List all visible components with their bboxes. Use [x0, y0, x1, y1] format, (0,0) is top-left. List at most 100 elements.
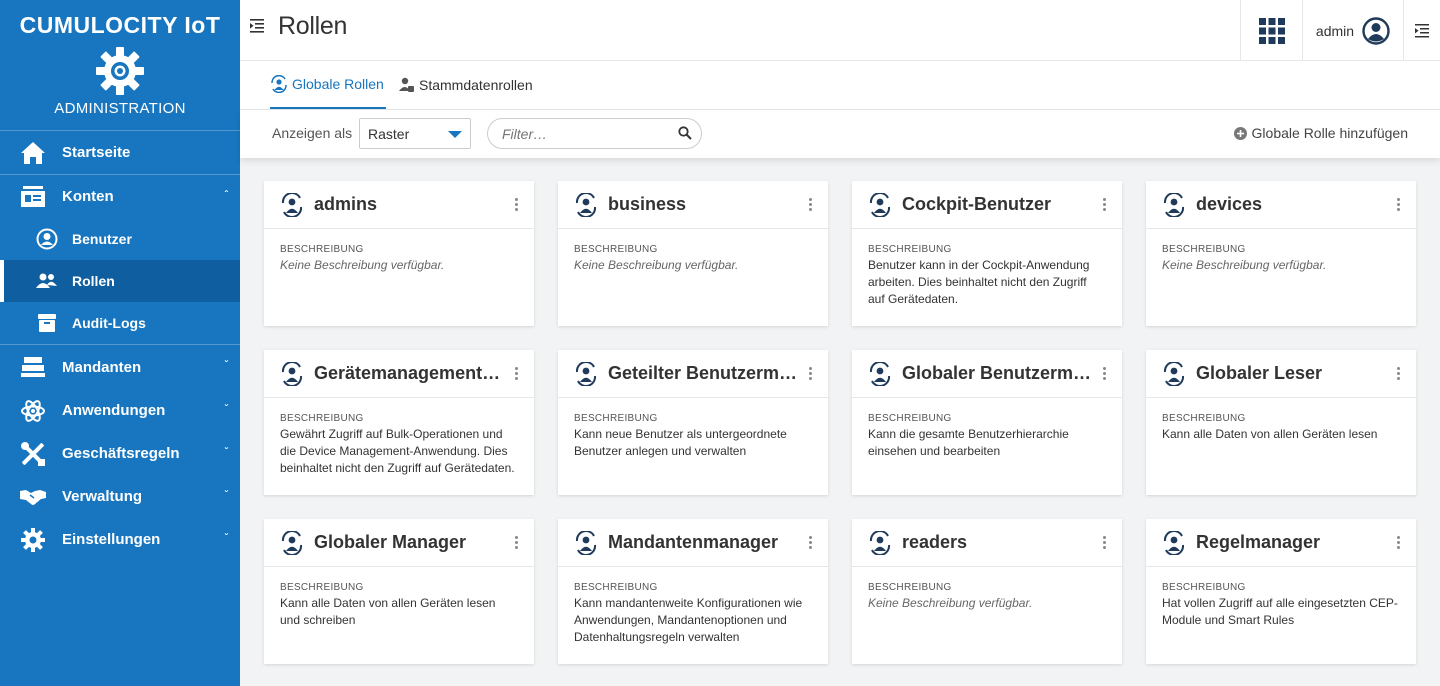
- role-card[interactable]: Globaler Leser BESCHREIBUNG Kann alle Da…: [1146, 350, 1416, 495]
- chevron-down-icon: ˇ: [224, 490, 228, 501]
- description-label: BESCHREIBUNG: [1162, 244, 1246, 255]
- nav-item-benutzer[interactable]: Benutzer: [0, 218, 240, 260]
- card-actions-menu[interactable]: [806, 198, 814, 211]
- description-text: Kann alle Daten von allen Geräten lesen …: [280, 596, 496, 627]
- card-title[interactable]: devices: [1196, 194, 1262, 215]
- role-card[interactable]: admins BESCHREIBUNG Keine Beschreibung v…: [264, 181, 534, 326]
- card-actions-menu[interactable]: [806, 367, 814, 380]
- card-body: BESCHREIBUNG Kann mandantenweite Konfigu…: [558, 567, 828, 646]
- role-card[interactable]: Globaler Benutzermanager BESCHREIBUNG Ka…: [852, 350, 1122, 495]
- role-icon: [280, 530, 304, 555]
- header-actions: admin: [1240, 0, 1440, 61]
- description-label: BESCHREIBUNG: [280, 244, 364, 255]
- card-title[interactable]: readers: [902, 532, 967, 553]
- role-card[interactable]: Regelmanager BESCHREIBUNG Hat vollen Zug…: [1146, 519, 1416, 664]
- card-actions-menu[interactable]: [1100, 367, 1108, 380]
- nav-label-audit-logs: Audit-Logs: [72, 315, 146, 331]
- nav-item-geschaeftsregeln[interactable]: Geschäftsregeln ˇ: [0, 432, 240, 475]
- role-icon: [1162, 192, 1186, 217]
- card-title[interactable]: Regelmanager: [1196, 532, 1320, 553]
- role-card[interactable]: Geteilter Benutzermanager BESCHREIBUNG K…: [558, 350, 828, 495]
- nav-item-verwaltung[interactable]: Verwaltung ˇ: [0, 475, 240, 518]
- role-icon: [868, 361, 892, 386]
- role-card[interactable]: devices BESCHREIBUNG Keine Beschreibung …: [1146, 181, 1416, 326]
- role-card[interactable]: Globaler Manager BESCHREIBUNG Kann alle …: [264, 519, 534, 664]
- nav-item-audit-logs[interactable]: Audit-Logs: [0, 302, 240, 344]
- tools-icon: [20, 441, 46, 467]
- role-card[interactable]: business BESCHREIBUNG Keine Beschreibung…: [558, 181, 828, 326]
- nav-item-anwendungen[interactable]: Anwendungen ˇ: [0, 389, 240, 432]
- card-body: BESCHREIBUNG Keine Beschreibung verfügba…: [264, 229, 534, 274]
- user-menu-button[interactable]: admin: [1302, 0, 1403, 61]
- card-title[interactable]: Globaler Leser: [1196, 363, 1322, 384]
- description-label: BESCHREIBUNG: [280, 582, 364, 593]
- role-card[interactable]: Gerätemanagement-Benutzer BESCHREIBUNG G…: [264, 350, 534, 495]
- card-actions-menu[interactable]: [1100, 198, 1108, 211]
- role-card[interactable]: Mandantenmanager BESCHREIBUNG Kann manda…: [558, 519, 828, 664]
- card-actions-menu[interactable]: [512, 198, 520, 211]
- inventory-role-icon: [399, 77, 414, 92]
- description-text: Kann alle Daten von allen Geräten lesen: [1162, 427, 1378, 441]
- tab-label: Stammdatenrollen: [419, 77, 533, 93]
- user-avatar-icon: [1362, 16, 1390, 45]
- chevron-down-icon: ˇ: [224, 404, 228, 415]
- card-header: devices: [1146, 181, 1416, 229]
- card-header: business: [558, 181, 828, 229]
- grid-icon: [1258, 17, 1285, 44]
- add-role-label: Globale Rolle hinzufügen: [1251, 125, 1408, 141]
- add-global-role-button[interactable]: Globale Rolle hinzufügen: [1233, 125, 1408, 141]
- card-body: BESCHREIBUNG Kann alle Daten von allen G…: [1146, 398, 1416, 443]
- role-card[interactable]: Cockpit-Benutzer BESCHREIBUNG Benutzer k…: [852, 181, 1122, 326]
- card-title[interactable]: Cockpit-Benutzer: [902, 194, 1051, 215]
- card-title[interactable]: Globaler Manager: [314, 532, 466, 553]
- card-actions-menu[interactable]: [512, 367, 520, 380]
- right-drawer-toggle[interactable]: [1403, 0, 1440, 61]
- card-title[interactable]: Globaler Benutzermanager: [902, 363, 1092, 384]
- sidebar-toggle-icon[interactable]: [250, 19, 266, 38]
- card-actions-menu[interactable]: [1394, 536, 1402, 549]
- description-text: Keine Beschreibung verfügbar.: [868, 596, 1033, 610]
- card-actions-menu[interactable]: [512, 536, 520, 549]
- filter-input[interactable]: [487, 118, 702, 149]
- role-icon: [868, 530, 892, 555]
- action-bar: Anzeigen als Raster Globale Rolle hinzuf…: [240, 110, 1440, 158]
- nav-label-benutzer: Benutzer: [72, 231, 132, 247]
- nav-item-startseite[interactable]: Startseite: [0, 131, 240, 174]
- nav-item-einstellungen[interactable]: Einstellungen ˇ: [0, 518, 240, 561]
- card-body: BESCHREIBUNG Kann die gesamte Benutzerhi…: [852, 398, 1122, 460]
- view-mode-label: Anzeigen als: [272, 125, 353, 141]
- card-actions-menu[interactable]: [1394, 367, 1402, 380]
- tab-globale-rollen[interactable]: Globale Rollen: [270, 61, 386, 109]
- card-title[interactable]: Gerätemanagement-Benutzer: [314, 363, 504, 384]
- nav-menu: Startseite Konten ˆ Benutzer Rollen Audi…: [0, 130, 240, 561]
- card-title[interactable]: business: [608, 194, 686, 215]
- nav-item-mandanten[interactable]: Mandanten ˇ: [0, 345, 240, 389]
- app-switcher-button[interactable]: [1240, 0, 1302, 61]
- gear-icon: [20, 527, 46, 553]
- card-title[interactable]: Geteilter Benutzermanager: [608, 363, 798, 384]
- nav-item-konten[interactable]: Konten ˆ: [0, 175, 240, 218]
- card-header: admins: [264, 181, 534, 229]
- chevron-down-icon: ˇ: [224, 447, 228, 458]
- role-icon: [280, 192, 304, 217]
- nav-label-einstellungen: Einstellungen: [62, 531, 161, 548]
- description-text: Hat vollen Zugriff auf alle eingesetzten…: [1162, 596, 1398, 627]
- role-card[interactable]: readers BESCHREIBUNG Keine Beschreibung …: [852, 519, 1122, 664]
- description-text: Kann neue Benutzer als untergeordnete Be…: [574, 427, 787, 458]
- card-actions-menu[interactable]: [1100, 536, 1108, 549]
- role-icon: [280, 361, 304, 386]
- nav-label-verwaltung: Verwaltung: [62, 488, 143, 505]
- card-title[interactable]: admins: [314, 194, 377, 215]
- tab-stammdatenrollen[interactable]: Stammdatenrollen: [397, 61, 533, 109]
- card-actions-menu[interactable]: [806, 536, 814, 549]
- nav-label-konten: Konten: [62, 188, 114, 205]
- description-label: BESCHREIBUNG: [868, 582, 952, 593]
- card-title[interactable]: Mandantenmanager: [608, 532, 778, 553]
- card-actions-menu[interactable]: [1394, 198, 1402, 211]
- view-mode-select[interactable]: Raster: [359, 118, 471, 149]
- card-header: Geteilter Benutzermanager: [558, 350, 828, 398]
- brand-logo[interactable]: CUMULOCITY IoT: [0, 0, 240, 40]
- sidebar: CUMULOCITY IoT ADMINISTRATION Startseite…: [0, 0, 240, 686]
- caret-down-icon: [448, 131, 462, 138]
- nav-item-rollen[interactable]: Rollen: [0, 260, 240, 302]
